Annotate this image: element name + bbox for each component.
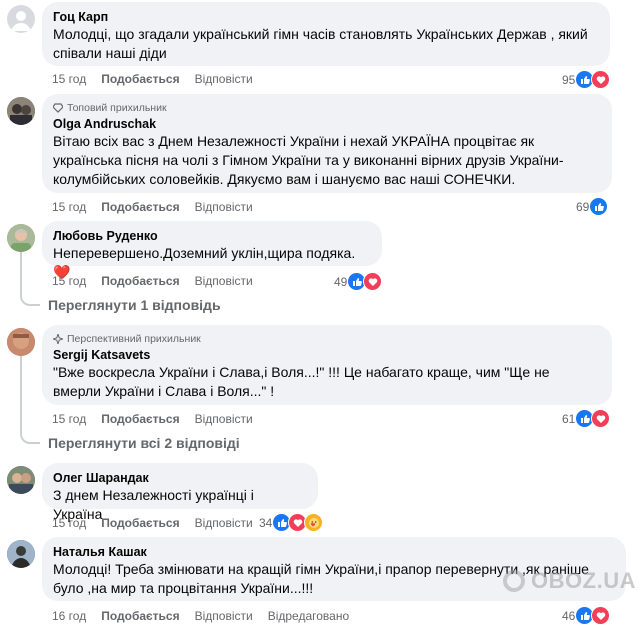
- love-icon: [591, 70, 611, 89]
- reply-button[interactable]: Відповісти: [195, 516, 253, 530]
- rising-fan-badge: Перспективний прихильник: [53, 332, 601, 345]
- comment-author[interactable]: Олег Шарандак: [53, 470, 307, 486]
- comment-time[interactable]: 15 год: [52, 274, 86, 288]
- reactions-count: 61: [562, 411, 576, 426]
- reply-button[interactable]: Відповісти: [195, 609, 253, 623]
- comment-time[interactable]: 15 год: [52, 516, 86, 530]
- comment-bubble: Любовь Руденко Неперевершено.Доземний ук…: [42, 221, 382, 280]
- reply-button[interactable]: Відповісти: [195, 200, 253, 214]
- reactions-count: 69: [576, 199, 590, 214]
- comment-text: Вітаю всіх вас з Днем Незалежності Украї…: [53, 133, 564, 187]
- comment-time[interactable]: 15 год: [52, 200, 86, 214]
- reply-button[interactable]: Відповісти: [195, 72, 253, 86]
- comment-time[interactable]: 15 год: [52, 72, 86, 86]
- comment-actions: 15 год Подобається Відповісти: [52, 412, 253, 426]
- view-replies-link[interactable]: Переглянути всі 2 відповіді: [48, 435, 240, 451]
- badge-label: Топовий прихильник: [67, 101, 167, 114]
- badge-label: Перспективний прихильник: [67, 332, 201, 345]
- like-button[interactable]: Подобається: [101, 274, 179, 288]
- reactions[interactable]: 49: [334, 272, 383, 291]
- reactions-count: 34: [259, 515, 273, 530]
- reactions-count: 95: [562, 72, 576, 87]
- love-icon: [591, 409, 611, 428]
- reply-button[interactable]: Відповісти: [195, 412, 253, 426]
- comment-bubble: Перспективний прихильник Sergij Katsavet…: [42, 325, 612, 405]
- view-replies-link[interactable]: Переглянути 1 відповідь: [48, 297, 221, 313]
- comment-actions: 15 год Подобається Відповісти: [52, 274, 253, 288]
- comment-text: "Вже воскресла України і Слава,і Воля...…: [53, 364, 554, 399]
- reactions-count: 49: [334, 274, 348, 289]
- thread-line: [20, 356, 22, 430]
- comment-bubble: Топовий прихильник Olga Andruschak Вітаю…: [42, 94, 612, 193]
- comment-text: Молодці, що згадали український гімн час…: [53, 26, 592, 61]
- avatar[interactable]: [7, 97, 35, 125]
- care-icon: [304, 513, 324, 532]
- like-button[interactable]: Подобається: [101, 412, 179, 426]
- reactions[interactable]: 69: [576, 197, 609, 216]
- like-button[interactable]: Подобається: [101, 609, 179, 623]
- comment-author[interactable]: Наталья Кашак: [53, 544, 615, 560]
- reactions[interactable]: 61: [562, 409, 611, 428]
- like-icon: [589, 197, 609, 216]
- watermark-logo: OBOZ.UA: [503, 568, 636, 594]
- like-button[interactable]: Подобається: [101, 200, 179, 214]
- comment-author[interactable]: Sergij Katsavets: [53, 347, 601, 363]
- comment-author[interactable]: Гоц Карп: [53, 9, 599, 25]
- reactions[interactable]: 95: [562, 70, 611, 89]
- thread-line: [20, 252, 22, 292]
- love-icon: [591, 606, 611, 625]
- avatar[interactable]: [7, 5, 35, 33]
- watermark-text: OBOZ.UA: [531, 568, 636, 593]
- comment-actions: 15 год Подобається Відповісти: [52, 72, 253, 86]
- comment-actions: 16 год Подобається Відповісти Відредагов…: [52, 609, 349, 623]
- comment-author[interactable]: Olga Andruschak: [53, 116, 601, 132]
- avatar[interactable]: [7, 224, 35, 252]
- edited-label: Відредаговано: [267, 609, 350, 623]
- love-icon: [363, 272, 383, 291]
- comment-author[interactable]: Любовь Руденко: [53, 228, 371, 244]
- comment-time[interactable]: 16 год: [52, 609, 86, 623]
- comment-bubble: Гоц Карп Молодці, що згадали український…: [42, 2, 610, 66]
- avatar[interactable]: [7, 466, 35, 494]
- comment-actions: 15 год Подобається Відповісти: [52, 200, 253, 214]
- avatar[interactable]: [7, 540, 35, 568]
- comment-bubble: Олег Шарандак З днем Незалежності україн…: [42, 463, 318, 522]
- avatar[interactable]: [7, 328, 35, 356]
- reactions[interactable]: 34: [259, 513, 324, 532]
- top-fan-badge: Топовий прихильник: [53, 101, 601, 114]
- reactions-count: 46: [562, 608, 576, 623]
- oboz-logo-icon: [503, 570, 526, 592]
- thread-line: [20, 430, 40, 444]
- reply-button[interactable]: Відповісти: [195, 274, 253, 288]
- thread-line: [20, 292, 40, 306]
- like-button[interactable]: Подобається: [101, 72, 179, 86]
- like-button[interactable]: Подобається: [101, 516, 179, 530]
- comment-actions: 15 год Подобається Відповісти: [52, 516, 253, 530]
- comment-time[interactable]: 15 год: [52, 412, 86, 426]
- sparkle-icon: [53, 333, 63, 344]
- reactions[interactable]: 46: [562, 606, 611, 625]
- diamond-icon: [53, 102, 63, 113]
